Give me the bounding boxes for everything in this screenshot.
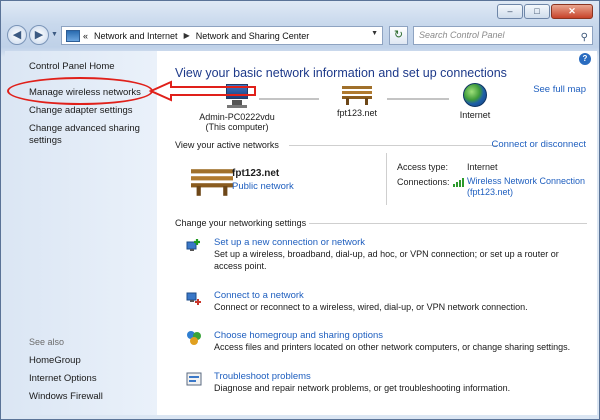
active-networks-label: View your active networks xyxy=(175,140,279,150)
connect-or-disconnect-link[interactable]: Connect or disconnect xyxy=(491,139,586,150)
windows-firewall-link[interactable]: Windows Firewall xyxy=(29,391,103,403)
homegroup-link[interactable]: Choose homegroup and sharing options xyxy=(214,330,383,341)
forward-arrow-icon: ▶ xyxy=(34,29,44,41)
refresh-button[interactable]: ↻ xyxy=(389,26,408,45)
caption-buttons: – □ ✕ xyxy=(496,4,593,19)
access-type-value: Internet xyxy=(467,162,498,172)
change-adapter-settings-link[interactable]: Change adapter settings xyxy=(29,105,133,117)
search-icon[interactable]: ⚲ xyxy=(581,29,588,46)
section-divider xyxy=(309,223,587,224)
globe-icon xyxy=(463,83,487,107)
computer-name: Admin-PC0222vdu xyxy=(199,112,275,122)
back-button[interactable]: ◀ xyxy=(7,25,27,45)
breadcrumb-network-sharing-center[interactable]: Network and Sharing Center xyxy=(196,31,310,41)
wireless-ssid[interactable]: (fpt123.net) xyxy=(467,187,513,197)
back-arrow-icon: ◀ xyxy=(12,29,22,41)
search-placeholder: Search Control Panel xyxy=(419,30,505,40)
vertical-divider xyxy=(386,153,387,205)
main-content-pane: ? View your basic network information an… xyxy=(157,51,597,415)
connect-network-icon xyxy=(186,292,201,305)
annotation-ellipse xyxy=(7,77,153,105)
forward-button[interactable]: ▶ xyxy=(29,25,49,45)
recent-pages-dropdown-icon[interactable]: ▼ xyxy=(51,31,58,38)
connect-network-desc: Connect or reconnect to a wireless, wire… xyxy=(214,302,528,312)
left-nav-pane: Control Panel Home Manage wireless netwo… xyxy=(5,51,157,415)
map-connector-line xyxy=(387,98,449,100)
help-icon[interactable]: ? xyxy=(579,53,591,65)
connections-label: Connections: xyxy=(397,177,450,187)
troubleshoot-link[interactable]: Troubleshoot problems xyxy=(214,371,311,382)
public-network-bench-icon xyxy=(342,83,372,105)
see-full-map-link[interactable]: See full map xyxy=(533,84,586,95)
search-input[interactable]: Search Control Panel ⚲ xyxy=(413,26,593,45)
address-bar[interactable]: « Network and Internet ▶ Network and Sha… xyxy=(61,26,383,45)
troubleshoot-desc: Diagnose and repair network problems, or… xyxy=(214,383,511,393)
internet-node[interactable]: Internet xyxy=(445,83,505,120)
network-category-link[interactable]: Public network xyxy=(232,181,294,192)
wireless-connection-link[interactable]: Wireless Network Connection xyxy=(467,176,585,186)
connect-network-link[interactable]: Connect to a network xyxy=(214,290,304,301)
access-type-label: Access type: xyxy=(397,162,449,172)
breadcrumb-separator-icon[interactable]: ▶ xyxy=(184,31,190,40)
change-settings-label: Change your networking settings xyxy=(175,218,307,228)
page-title: View your basic network information and … xyxy=(175,66,507,80)
control-panel-icon xyxy=(66,29,80,42)
section-divider xyxy=(289,145,497,146)
new-connection-link[interactable]: Set up a new connection or network xyxy=(214,237,365,248)
close-button[interactable]: ✕ xyxy=(551,4,593,19)
new-connection-icon xyxy=(186,239,200,251)
homegroup-desc: Access files and printers located on oth… xyxy=(214,342,571,352)
internet-options-link[interactable]: Internet Options xyxy=(29,373,97,385)
change-advanced-sharing-link[interactable]: Change advanced sharing settings xyxy=(29,123,149,147)
map-connector-line xyxy=(259,98,319,100)
network-node[interactable]: fpt123.net xyxy=(322,83,392,118)
control-panel-window: – □ ✕ ◀ ▶ ▼ « Network and Internet ▶ Net… xyxy=(0,0,600,420)
active-network-name: fpt123.net xyxy=(232,168,280,179)
internet-label: Internet xyxy=(459,110,491,120)
troubleshoot-icon xyxy=(186,372,202,386)
minimize-button[interactable]: – xyxy=(497,4,523,19)
new-connection-desc: Set up a wireless, broadband, dial-up, a… xyxy=(214,249,559,271)
maximize-button[interactable]: □ xyxy=(524,4,550,19)
annotation-arrow-icon xyxy=(149,80,256,102)
active-network-bench-icon xyxy=(191,165,233,196)
homegroup-icon xyxy=(187,331,201,345)
breadcrumb-network-and-internet[interactable]: Network and Internet xyxy=(94,31,178,41)
homegroup-link[interactable]: HomeGroup xyxy=(29,355,81,367)
breadcrumb-overflow[interactable]: « xyxy=(83,31,88,41)
refresh-icon: ↻ xyxy=(393,29,404,41)
wireless-signal-icon xyxy=(453,178,464,187)
see-also-label: See also xyxy=(29,337,65,347)
address-dropdown-icon[interactable]: ▼ xyxy=(371,30,378,37)
network-node-name: fpt123.net xyxy=(336,108,378,118)
navigation-bar: ◀ ▶ ▼ « Network and Internet ▶ Network a… xyxy=(5,23,595,47)
computer-note: (This computer) xyxy=(205,122,269,132)
control-panel-home-link[interactable]: Control Panel Home xyxy=(29,61,115,73)
